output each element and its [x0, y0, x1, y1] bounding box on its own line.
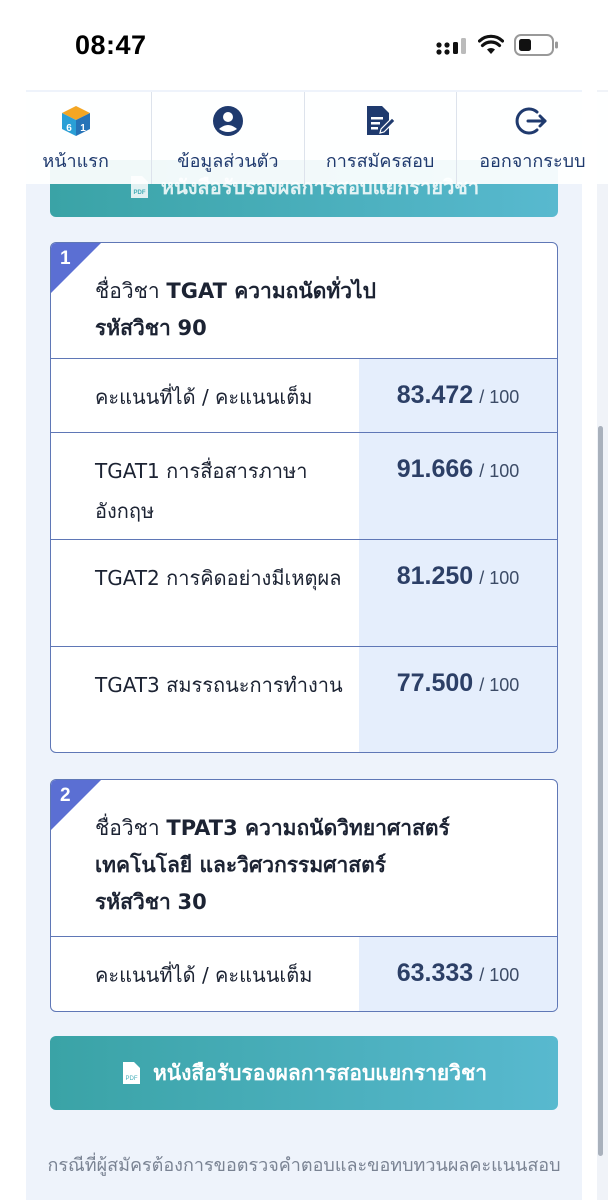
subject-name-prefix: ชื่อวิชา [95, 279, 160, 303]
subject-name-prefix: ชื่อวิชา [95, 816, 160, 840]
subject-name: TGAT ความถนัดทั่วไป [166, 279, 376, 303]
status-bar: 08:47 [0, 0, 608, 90]
pdf-icon: PDF [122, 1062, 140, 1084]
score-value: 77.500 [396, 669, 474, 697]
nav-label-profile: ข้อมูลส่วนตัว [177, 151, 279, 172]
score-value: 83.472 [396, 381, 474, 409]
svg-text:PDF: PDF [125, 1076, 137, 1082]
score-value-cell: 91.666/ 100 [359, 433, 557, 539]
subject-code-line: รหัสวิชา 90 [95, 310, 537, 347]
svg-text:6: 6 [66, 123, 72, 134]
card-header: ชื่อวิชา TGAT ความถนัดทั่วไป รหัสวิชา 90 [51, 243, 557, 347]
score-max: / 100 [479, 387, 520, 407]
score-value: 81.250 [396, 562, 474, 590]
subject-card: 2 ชื่อวิชา TPAT3 ความถนัดวิทยาศาสตร์ เทค… [50, 779, 558, 1012]
card-header: ชื่อวิชา TPAT3 ความถนัดวิทยาศาสตร์ เทคโน… [51, 780, 557, 921]
cellular-signal-icon [436, 38, 466, 55]
card-index: 2 [60, 785, 71, 806]
nav-item-logout[interactable]: ออกจากระบบ [457, 92, 608, 184]
subject-code: 30 [177, 890, 207, 914]
score-row: TGAT3 สมรรถนะการทำงาน 77.500/ 100 [51, 646, 557, 752]
svg-text:PDF: PDF [133, 190, 145, 196]
score-value-cell: 77.500/ 100 [359, 647, 557, 752]
score-row-label: TGAT2 การคิดอย่างมีเหตุผล [95, 566, 342, 590]
review-note: กรณีที่ผู้สมัครต้องการขอตรวจคำตอบและขอทบ… [47, 1155, 561, 1176]
nav-item-home[interactable]: 6 1 หน้าแรก [0, 92, 153, 184]
subject-code-line: รหัสวิชา 30 [95, 884, 537, 921]
nav-label-home: หน้าแรก [42, 151, 109, 172]
subject-card: 1 ชื่อวิชา TGAT ความถนัดทั่วไป รหัสวิชา … [50, 242, 558, 753]
subject-code-prefix: รหัสวิชา [95, 890, 171, 914]
card-index-badge [51, 780, 101, 830]
score-value: 91.666 [396, 455, 474, 483]
score-max: / 100 [479, 568, 520, 588]
score-row: คะแนนที่ได้ / คะแนนเต็ม 63.333/ 100 [51, 936, 557, 1011]
score-max: / 100 [479, 675, 520, 695]
nav-item-registration[interactable]: การสมัครสอบ [305, 92, 457, 184]
document-edit-icon [363, 104, 397, 138]
nav-label-registration: การสมัครสอบ [325, 151, 435, 172]
subject-code-prefix: รหัสวิชา [95, 316, 171, 340]
svg-text:1: 1 [80, 123, 86, 134]
certificate-button-label: หนังสือรับรองผลการสอบแยกรายวิชา [152, 1060, 488, 1085]
battery-icon [514, 34, 558, 56]
subject-code: 90 [177, 316, 207, 340]
score-row: คะแนนที่ได้ / คะแนนเต็ม 83.472/ 100 [51, 358, 557, 432]
score-row: TGAT2 การคิดอย่างมีเหตุผล 81.250/ 100 [51, 539, 557, 646]
subject-name-line: ชื่อวิชา TPAT3 ความถนัดวิทยาศาสตร์ เทคโน… [95, 810, 537, 884]
status-time: 08:47 [75, 30, 147, 60]
score-value: 63.333 [396, 959, 474, 987]
score-value-cell: 81.250/ 100 [359, 540, 557, 646]
score-max: / 100 [479, 965, 520, 985]
scrollbar-thumb[interactable] [598, 426, 603, 1156]
score-row-label: TGAT3 สมรรถนะการทำงาน [95, 673, 343, 697]
certificate-button[interactable]: PDF หนังสือรับรองผลการสอบแยกรายวิชา [50, 1036, 558, 1110]
card-index: 1 [60, 248, 71, 269]
nav-item-profile[interactable]: ข้อมูลส่วนตัว [152, 92, 305, 184]
score-row-label: TGAT1 การสื่อสารภาษาอังกฤษ [95, 459, 308, 523]
user-circle-icon [211, 104, 245, 138]
wifi-icon [478, 34, 504, 54]
score-row: TGAT1 การสื่อสารภาษาอังกฤษ 91.666/ 100 [51, 432, 557, 539]
score-row-label: คะแนนที่ได้ / คะแนนเต็ม [95, 963, 313, 987]
score-row-label: คะแนนที่ได้ / คะแนนเต็ม [95, 385, 313, 409]
score-max: / 100 [479, 461, 520, 481]
nav-label-logout: ออกจากระบบ [479, 151, 586, 172]
subject-name-line: ชื่อวิชา TGAT ความถนัดทั่วไป [95, 273, 537, 310]
score-value-cell: 83.472/ 100 [359, 359, 557, 432]
score-value-cell: 63.333/ 100 [359, 937, 557, 1011]
card-index-badge [51, 243, 101, 293]
logout-icon [515, 104, 549, 138]
cube-61-icon: 6 1 [59, 104, 93, 138]
top-nav: 6 1 หน้าแรก ข้อมูลส่วนตัว การสมัครสอบ ออ… [0, 92, 608, 184]
